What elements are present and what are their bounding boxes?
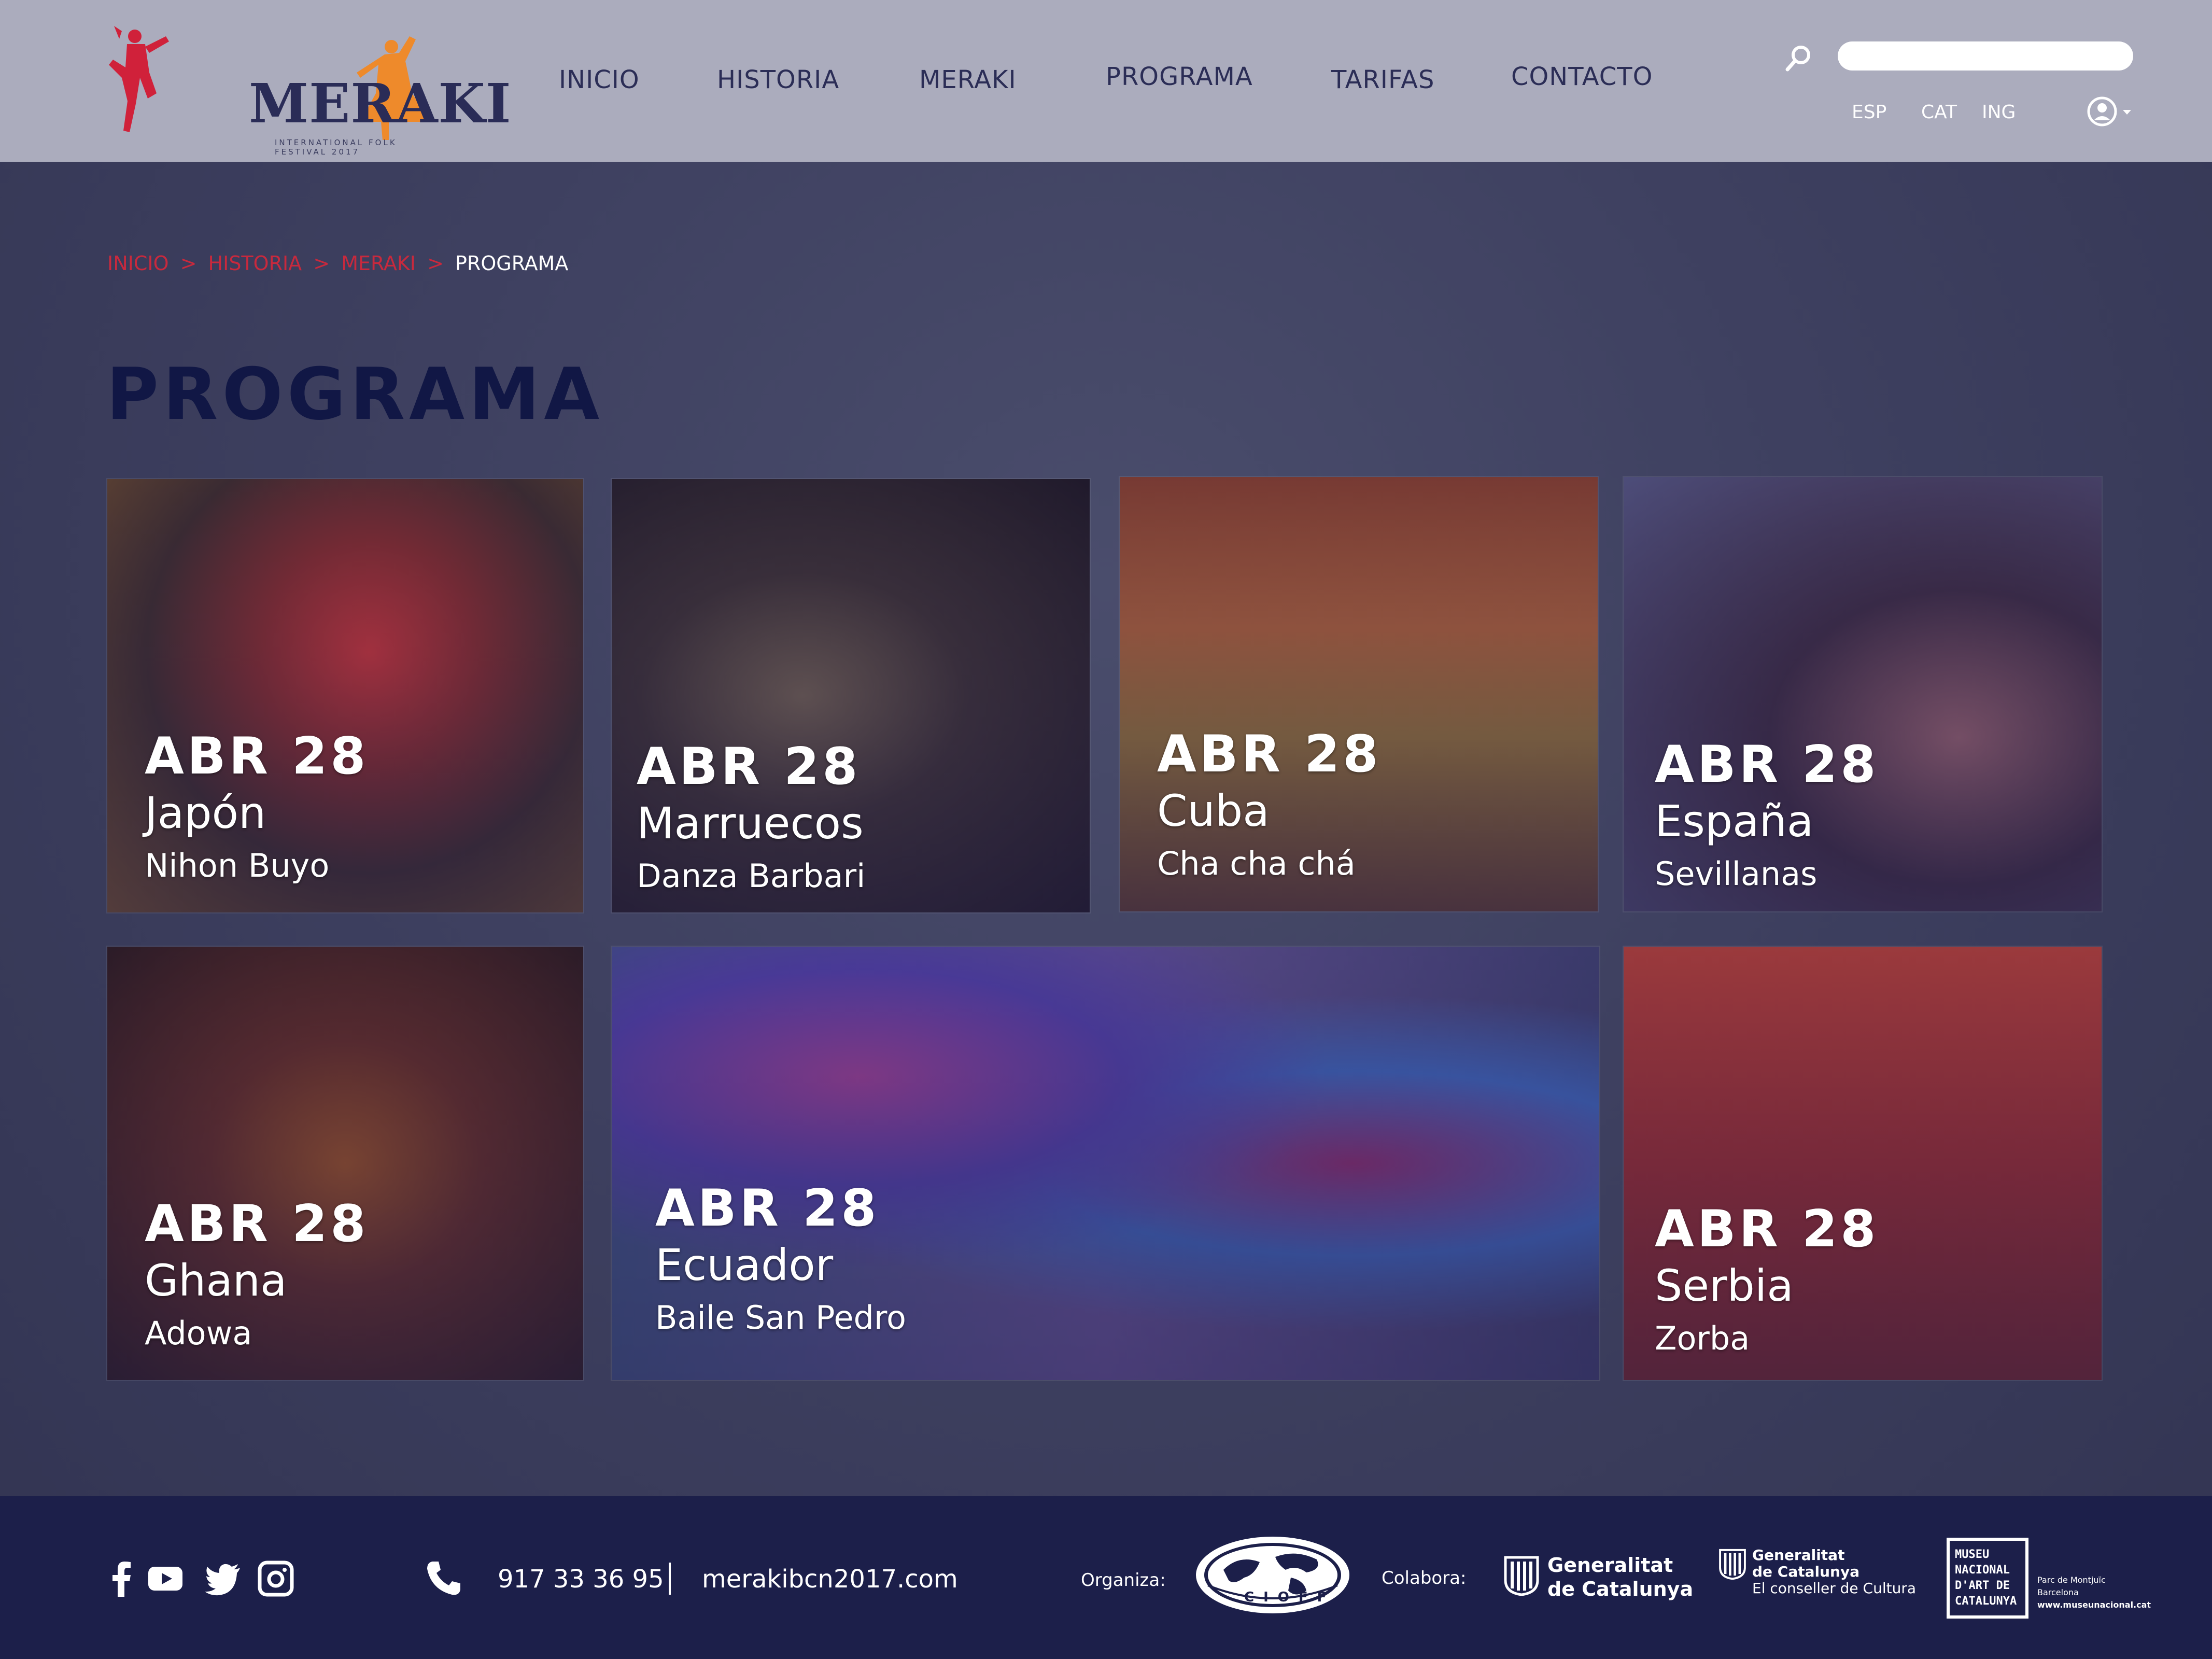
colabora-label: Colabora: [1382, 1568, 1467, 1588]
card-dance: Sevillanas [1655, 855, 1817, 893]
program-card-marruecos[interactable]: ABR 28 Marruecos Danza Barbari [612, 479, 1090, 912]
logo-wordmark: MERAKI [249, 72, 512, 135]
footer-website[interactable]: merakibcn2017.com [702, 1565, 958, 1594]
card-dance: Nihon Buyo [145, 847, 330, 884]
card-date: ABR 28 [1655, 1200, 1879, 1259]
generalitat-shield-icon [1504, 1556, 1539, 1596]
museu-line2: NACIONAL [1955, 1564, 2010, 1577]
breadcrumb-separator: > [180, 252, 197, 275]
card-country: Ghana [145, 1255, 287, 1306]
breadcrumb-separator: > [313, 252, 330, 275]
nav-meraki[interactable]: MERAKI [919, 65, 1017, 94]
program-card-cuba[interactable]: ABR 28 Cuba Cha cha chá [1120, 477, 1598, 911]
lang-cat[interactable]: CAT [1921, 102, 1957, 123]
nav-historia[interactable]: HISTORIA [717, 65, 839, 94]
breadcrumb-current: PROGRAMA [455, 252, 569, 275]
card-country: Serbia [1655, 1260, 1794, 1311]
program-card-serbia[interactable]: ABR 28 Serbia Zorba [1624, 947, 2102, 1380]
museu-line3: D'ART DE [1955, 1579, 2010, 1592]
facebook-icon[interactable] [104, 1560, 140, 1597]
card-country: España [1655, 796, 1814, 847]
user-account-icon[interactable] [2087, 95, 2136, 128]
youtube-icon[interactable] [147, 1560, 184, 1597]
site-header: MERAKI INTERNATIONAL FOLK FESTIVAL 2017 … [0, 0, 2212, 162]
card-date: ABR 28 [1157, 725, 1382, 784]
card-dance: Danza Barbari [637, 857, 866, 895]
card-country: Ecuador [655, 1240, 834, 1290]
generalitat-2-line2: de Catalunya [1752, 1563, 1860, 1580]
breadcrumb-historia[interactable]: HISTORIA [208, 252, 302, 275]
logo-subtitle: INTERNATIONAL FOLK FESTIVAL 2017 [275, 138, 397, 157]
instagram-icon[interactable] [258, 1560, 294, 1597]
card-dance: Baile San Pedro [655, 1299, 906, 1337]
lang-ing[interactable]: ING [1982, 102, 2016, 123]
generalitat-logo-2[interactable]: Generalitat de Catalunya El conseller de… [1752, 1547, 1916, 1597]
nav-inicio[interactable]: INICIO [559, 65, 640, 94]
card-country: Cuba [1157, 785, 1270, 836]
generalitat-line2: de Catalunya [1547, 1578, 1694, 1600]
program-card-espana[interactable]: ABR 28 España Sevillanas [1624, 477, 2102, 911]
card-dance: Adowa [145, 1314, 252, 1352]
program-card-ghana[interactable]: ABR 28 Ghana Adowa [107, 947, 583, 1380]
breadcrumb-separator: > [427, 252, 444, 275]
card-date: ABR 28 [1655, 735, 1879, 794]
program-card-japon[interactable]: ABR 28 Japón Nihon Buyo [107, 479, 583, 912]
breadcrumb: INICIO > HISTORIA > MERAKI > PROGRAMA [107, 252, 568, 275]
generalitat-line1: Generalitat [1547, 1554, 1673, 1577]
card-dance: Zorba [1655, 1319, 1750, 1357]
generalitat-shield-icon [1719, 1549, 1746, 1580]
program-card-ecuador[interactable]: ABR 28 Ecuador Baile San Pedro [612, 947, 1599, 1380]
breadcrumb-meraki[interactable]: MERAKI [341, 252, 416, 275]
cioff-text: CIOFF [1244, 1590, 1336, 1605]
footer-phone[interactable]: 917 33 36 95 [498, 1565, 664, 1594]
organiza-label: Organiza: [1081, 1570, 1166, 1591]
card-country: Japón [145, 788, 266, 838]
nav-programa[interactable]: PROGRAMA [1106, 62, 1253, 91]
card-date: ABR 28 [655, 1179, 880, 1238]
museu-side-text: Parc de Montjuïc Barcelona www.museunaci… [2037, 1575, 2151, 1610]
meraki-logo[interactable]: MERAKI INTERNATIONAL FOLK FESTIVAL 2017 [98, 16, 511, 157]
generalitat-2-line3: El conseller de Cultura [1752, 1580, 1917, 1597]
lang-esp[interactable]: ESP [1852, 102, 1886, 123]
museu-logo[interactable]: MUSEU NACIONAL D'ART DE CATALUNYA [1947, 1538, 2028, 1619]
nav-tarifas[interactable]: TARIFAS [1331, 65, 1434, 94]
card-date: ABR 28 [145, 727, 369, 786]
search-input[interactable] [1838, 41, 2133, 71]
card-country: Marruecos [637, 798, 864, 849]
page-title: PROGRAMA [106, 353, 604, 436]
footer-divider [669, 1563, 671, 1595]
card-date: ABR 28 [637, 737, 861, 796]
phone-icon [427, 1562, 460, 1595]
museu-line1: MUSEU [1955, 1548, 1990, 1561]
cioff-logo[interactable]: CIOFF [1192, 1534, 1353, 1616]
generalitat-logo-1[interactable]: Generalitat de Catalunya [1547, 1553, 1693, 1601]
museu-line4: CATALUNYA [1955, 1595, 2017, 1608]
card-date: ABR 28 [145, 1194, 369, 1254]
nav-contacto[interactable]: CONTACTO [1511, 62, 1653, 91]
generalitat-2-line1: Generalitat [1752, 1546, 1845, 1564]
twitter-icon[interactable] [205, 1560, 241, 1597]
breadcrumb-inicio[interactable]: INICIO [107, 252, 169, 275]
card-dance: Cha cha chá [1157, 845, 1356, 882]
search-icon[interactable] [1783, 43, 1814, 74]
